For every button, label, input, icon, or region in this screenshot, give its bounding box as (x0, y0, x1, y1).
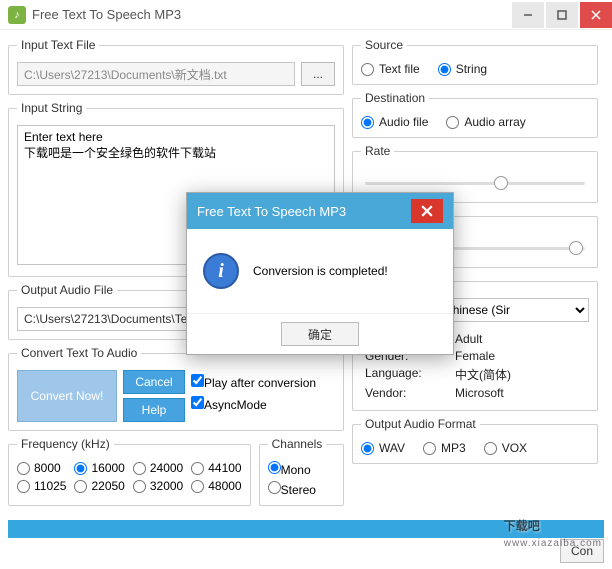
vendor-value: Microsoft (455, 386, 585, 400)
input-text-file-legend: Input Text File (17, 38, 99, 52)
frequency-radio-48000[interactable]: 48000 (191, 479, 241, 493)
source-legend: Source (361, 38, 407, 52)
language-label: Language: (365, 366, 445, 383)
convert-group: Convert Text To Audio Convert Now! Cance… (8, 346, 344, 431)
dialog-message: Conversion is completed! (253, 264, 388, 278)
convert-now-button[interactable]: Convert Now! (17, 370, 117, 422)
browse-text-file-button[interactable]: ... (301, 62, 335, 86)
titlebar: ♪ Free Text To Speech MP3 (0, 0, 612, 30)
channels-group: Channels Mono Stereo (259, 437, 344, 506)
format-radio-mp3[interactable]: MP3 (423, 441, 466, 455)
frequency-radio-16000[interactable]: 16000 (74, 461, 124, 475)
input-text-file-group: Input Text File ... (8, 38, 344, 95)
info-icon: i (203, 253, 239, 289)
output-audio-legend: Output Audio File (17, 283, 117, 297)
dialog-close-button[interactable] (411, 199, 443, 223)
frequency-group: Frequency (kHz) 8000 16000 24000 44100 11025… (8, 437, 251, 506)
source-group: Source Text file String (352, 38, 598, 85)
frequency-radio-44100[interactable]: 44100 (191, 461, 241, 475)
dialog-titlebar: Free Text To Speech MP3 (187, 193, 453, 229)
play-after-checkbox[interactable]: Play after conversion (191, 374, 316, 390)
cancel-button[interactable]: Cancel (123, 370, 185, 394)
output-format-group: Output Audio Format WAV MP3 VOX (352, 417, 598, 464)
source-radio-text-file[interactable]: Text file (361, 62, 420, 76)
app-icon: ♪ (8, 6, 26, 24)
dialog: Free Text To Speech MP3 i Conversion is … (186, 192, 454, 355)
rate-legend: Rate (361, 144, 394, 158)
format-radio-vox[interactable]: VOX (484, 441, 527, 455)
bottom-button[interactable]: Con (560, 539, 604, 563)
close-button[interactable] (580, 2, 612, 28)
frequency-radio-24000[interactable]: 24000 (133, 461, 183, 475)
language-value: 中文(简体) (455, 366, 585, 383)
channels-radio-mono[interactable]: Mono (268, 461, 335, 477)
async-mode-checkbox[interactable]: AsyncMode (191, 396, 316, 412)
input-string-legend: Input String (17, 101, 86, 115)
frequency-radio-11025[interactable]: 11025 (17, 479, 66, 493)
window-buttons (510, 2, 612, 28)
rate-slider[interactable] (365, 174, 585, 192)
frequency-radio-22050[interactable]: 22050 (74, 479, 124, 493)
destination-radio-audio-array[interactable]: Audio array (446, 115, 525, 129)
frequency-legend: Frequency (kHz) (17, 437, 114, 451)
frequency-radio-32000[interactable]: 32000 (133, 479, 183, 493)
convert-legend: Convert Text To Audio (17, 346, 141, 360)
source-radio-string[interactable]: String (438, 62, 487, 76)
destination-legend: Destination (361, 91, 429, 105)
frequency-radio-8000[interactable]: 8000 (17, 461, 66, 475)
format-radio-wav[interactable]: WAV (361, 441, 405, 455)
input-text-file-path (17, 62, 295, 86)
destination-group: Destination Audio file Audio array (352, 91, 598, 138)
channels-legend: Channels (268, 437, 327, 451)
gender-value: Female (455, 349, 585, 363)
age-value: Adult (455, 332, 585, 346)
progress-bar (8, 520, 604, 538)
destination-radio-audio-file[interactable]: Audio file (361, 115, 428, 129)
channels-radio-stereo[interactable]: Stereo (268, 481, 335, 497)
dialog-title: Free Text To Speech MP3 (197, 204, 411, 219)
vendor-label: Vendor: (365, 386, 445, 400)
minimize-button[interactable] (512, 2, 544, 28)
dialog-ok-button[interactable]: 确定 (281, 322, 359, 346)
maximize-button[interactable] (546, 2, 578, 28)
window-title: Free Text To Speech MP3 (32, 7, 510, 22)
help-button[interactable]: Help (123, 398, 185, 422)
output-format-legend: Output Audio Format (361, 417, 480, 431)
